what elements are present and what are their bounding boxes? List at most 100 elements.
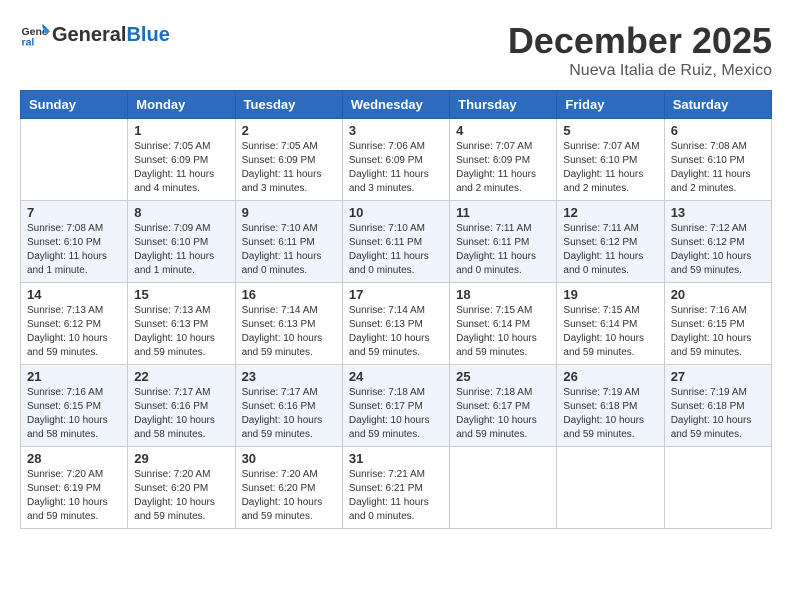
calendar-cell: 2 Sunrise: 7:05 AMSunset: 6:09 PMDaylight… (235, 119, 342, 201)
calendar-cell: 1Sunrise: 7:05 AMSunset: 6:09 PMDaylight… (128, 119, 235, 201)
day-number: 29 (134, 451, 228, 466)
logo-general: General (52, 24, 126, 47)
col-header-sunday: Sunday (21, 91, 128, 119)
calendar-cell: 9 Sunrise: 7:10 AMSunset: 6:11 PMDaylight… (235, 201, 342, 283)
day-number: 18 (456, 287, 550, 302)
calendar-cell: 25 Sunrise: 7:18 AMSunset: 6:17 PMDayligh… (450, 365, 557, 447)
calendar-cell: 28 Sunrise: 7:20 AMSunset: 6:19 PMDayligh… (21, 447, 128, 529)
col-header-wednesday: Wednesday (342, 91, 449, 119)
day-info: Sunrise: 7:17 AMSunset: 6:16 PMDaylight:… (134, 386, 228, 442)
col-header-saturday: Saturday (664, 91, 771, 119)
day-info: Sunrise: 7:11 AMSunset: 6:11 PMDaylight:… (456, 222, 550, 278)
day-number: 22 (134, 369, 228, 384)
month-title: December 2025 (508, 20, 772, 62)
calendar-cell (450, 447, 557, 529)
calendar-cell: 7Sunrise: 7:08 AMSunset: 6:10 PMDaylight… (21, 201, 128, 283)
calendar-row-2: 14 Sunrise: 7:13 AMSunset: 6:12 PMDayligh… (21, 283, 772, 365)
col-header-monday: Monday (128, 91, 235, 119)
calendar-cell: 13 Sunrise: 7:12 AMSunset: 6:12 PMDayligh… (664, 201, 771, 283)
calendar-cell: 24Sunrise: 7:18 AMSunset: 6:17 PMDayligh… (342, 365, 449, 447)
day-number: 3 (349, 123, 443, 138)
calendar-cell: 19Sunrise: 7:15 AMSunset: 6:14 PMDayligh… (557, 283, 664, 365)
calendar-cell: 10 Sunrise: 7:10 AMSunset: 6:11 PMDayligh… (342, 201, 449, 283)
calendar-cell: 27Sunrise: 7:19 AMSunset: 6:18 PMDayligh… (664, 365, 771, 447)
title-area: December 2025 Nueva Italia de Ruiz, Mexi… (508, 20, 772, 80)
day-number: 21 (27, 369, 121, 384)
day-number: 7 (27, 205, 121, 220)
calendar-cell (557, 447, 664, 529)
calendar-cell (664, 447, 771, 529)
day-info: Sunrise: 7:20 AMSunset: 6:20 PMDaylight:… (134, 468, 228, 524)
day-info: Sunrise: 7:20 AMSunset: 6:20 PMDaylight:… (242, 468, 336, 524)
calendar-cell: 3Sunrise: 7:06 AMSunset: 6:09 PMDaylight… (342, 119, 449, 201)
day-number: 9 (242, 205, 336, 220)
day-info: Sunrise: 7:08 AMSunset: 6:10 PMDaylight:… (671, 140, 765, 196)
day-info: Sunrise: 7:13 AMSunset: 6:13 PMDaylight:… (134, 304, 228, 360)
day-number: 5 (563, 123, 657, 138)
calendar-cell: 11 Sunrise: 7:11 AMSunset: 6:11 PMDayligh… (450, 201, 557, 283)
location-title: Nueva Italia de Ruiz, Mexico (508, 62, 772, 80)
day-info: Sunrise: 7:05 AMSunset: 6:09 PMDaylight:… (242, 140, 336, 196)
col-header-thursday: Thursday (450, 91, 557, 119)
day-info: Sunrise: 7:12 AMSunset: 6:12 PMDaylight:… (671, 222, 765, 278)
calendar-table: SundayMondayTuesdayWednesdayThursdayFrid… (20, 90, 772, 529)
day-info: Sunrise: 7:15 AMSunset: 6:14 PMDaylight:… (456, 304, 550, 360)
calendar-cell: 5Sunrise: 7:07 AMSunset: 6:10 PMDaylight… (557, 119, 664, 201)
day-info: Sunrise: 7:16 AMSunset: 6:15 PMDaylight:… (27, 386, 121, 442)
day-info: Sunrise: 7:20 AMSunset: 6:19 PMDaylight:… (27, 468, 121, 524)
day-number: 13 (671, 205, 765, 220)
calendar-cell: 6Sunrise: 7:08 AMSunset: 6:10 PMDaylight… (664, 119, 771, 201)
day-info: Sunrise: 7:09 AMSunset: 6:10 PMDaylight:… (134, 222, 228, 278)
day-info: Sunrise: 7:10 AMSunset: 6:11 PMDaylight:… (349, 222, 443, 278)
calendar-cell (21, 119, 128, 201)
day-info: Sunrise: 7:19 AMSunset: 6:18 PMDaylight:… (563, 386, 657, 442)
day-info: Sunrise: 7:14 AMSunset: 6:13 PMDaylight:… (349, 304, 443, 360)
day-info: Sunrise: 7:18 AMSunset: 6:17 PMDaylight:… (456, 386, 550, 442)
day-info: Sunrise: 7:11 AMSunset: 6:12 PMDaylight:… (563, 222, 657, 278)
day-number: 30 (242, 451, 336, 466)
day-number: 28 (27, 451, 121, 466)
day-number: 20 (671, 287, 765, 302)
day-info: Sunrise: 7:16 AMSunset: 6:15 PMDaylight:… (671, 304, 765, 360)
calendar-cell: 14 Sunrise: 7:13 AMSunset: 6:12 PMDayligh… (21, 283, 128, 365)
day-info: Sunrise: 7:13 AMSunset: 6:12 PMDaylight:… (27, 304, 121, 360)
col-header-tuesday: Tuesday (235, 91, 342, 119)
calendar-cell: 18 Sunrise: 7:15 AMSunset: 6:14 PMDayligh… (450, 283, 557, 365)
calendar-row-3: 21 Sunrise: 7:16 AMSunset: 6:15 PMDayligh… (21, 365, 772, 447)
day-info: Sunrise: 7:15 AMSunset: 6:14 PMDaylight:… (563, 304, 657, 360)
day-info: Sunrise: 7:17 AMSunset: 6:16 PMDaylight:… (242, 386, 336, 442)
day-number: 10 (349, 205, 443, 220)
calendar-cell: 16Sunrise: 7:14 AMSunset: 6:13 PMDayligh… (235, 283, 342, 365)
day-info: Sunrise: 7:10 AMSunset: 6:11 PMDaylight:… (242, 222, 336, 278)
calendar-header-row: SundayMondayTuesdayWednesdayThursdayFrid… (21, 91, 772, 119)
calendar-row-4: 28 Sunrise: 7:20 AMSunset: 6:19 PMDayligh… (21, 447, 772, 529)
calendar-cell: 15Sunrise: 7:13 AMSunset: 6:13 PMDayligh… (128, 283, 235, 365)
calendar-cell: 12 Sunrise: 7:11 AMSunset: 6:12 PMDayligh… (557, 201, 664, 283)
day-number: 8 (134, 205, 228, 220)
calendar-cell: 22 Sunrise: 7:17 AMSunset: 6:16 PMDayligh… (128, 365, 235, 447)
col-header-friday: Friday (557, 91, 664, 119)
day-info: Sunrise: 7:19 AMSunset: 6:18 PMDaylight:… (671, 386, 765, 442)
svg-text:ral: ral (22, 37, 35, 49)
day-number: 4 (456, 123, 550, 138)
day-number: 2 (242, 123, 336, 138)
logo-icon: Gene ral (20, 20, 50, 50)
day-number: 17 (349, 287, 443, 302)
day-number: 23 (242, 369, 336, 384)
day-info: Sunrise: 7:07 AMSunset: 6:09 PMDaylight:… (456, 140, 550, 196)
calendar-row-1: 7Sunrise: 7:08 AMSunset: 6:10 PMDaylight… (21, 201, 772, 283)
day-number: 11 (456, 205, 550, 220)
day-number: 14 (27, 287, 121, 302)
calendar-cell: 23 Sunrise: 7:17 AMSunset: 6:16 PMDayligh… (235, 365, 342, 447)
calendar-cell: 31Sunrise: 7:21 AMSunset: 6:21 PMDayligh… (342, 447, 449, 529)
day-number: 12 (563, 205, 657, 220)
calendar-cell: 29 Sunrise: 7:20 AMSunset: 6:20 PMDayligh… (128, 447, 235, 529)
day-number: 31 (349, 451, 443, 466)
calendar-row-0: 1Sunrise: 7:05 AMSunset: 6:09 PMDaylight… (21, 119, 772, 201)
calendar-cell: 17 Sunrise: 7:14 AMSunset: 6:13 PMDayligh… (342, 283, 449, 365)
header: Gene ral General Blue December 2025 Nuev… (20, 20, 772, 80)
day-number: 25 (456, 369, 550, 384)
calendar-cell: 4 Sunrise: 7:07 AMSunset: 6:09 PMDaylight… (450, 119, 557, 201)
day-number: 16 (242, 287, 336, 302)
logo-blue: Blue (126, 24, 169, 47)
